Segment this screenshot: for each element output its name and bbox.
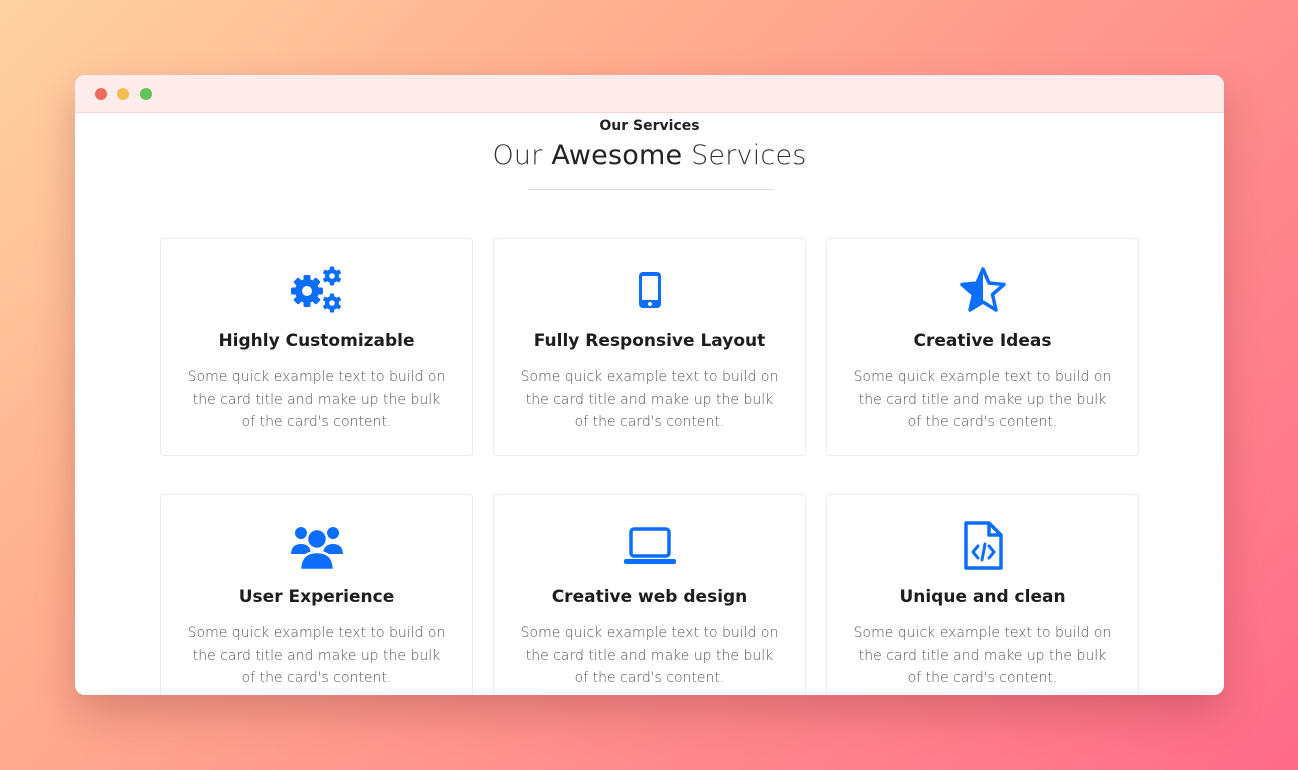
- card-title: Creative web design: [551, 587, 748, 607]
- gears-icon: [161, 263, 472, 317]
- close-window-button[interactable]: [95, 88, 107, 100]
- card-text: Some quick example text to build on the …: [520, 625, 779, 686]
- card-text: Some quick example text to build on the …: [187, 625, 446, 686]
- card-title: Highly Customizable: [218, 331, 415, 351]
- service-card-responsive: Fully Responsive Layout Some quick examp…: [493, 238, 806, 456]
- heading-divider: [528, 189, 774, 190]
- star-half-icon: [827, 263, 1138, 317]
- window-titlebar: [75, 75, 1224, 113]
- section-heading: Our Awesome Services: [75, 140, 1224, 171]
- section-eyebrow: Our Services: [599, 118, 700, 134]
- card-title: Fully Responsive Layout: [533, 331, 766, 351]
- minimize-window-button[interactable]: [117, 88, 129, 100]
- users-icon: [161, 519, 472, 573]
- card-title: Creative Ideas: [913, 331, 1052, 351]
- heading-emphasis: Awesome: [551, 140, 683, 171]
- heading-prefix: Our: [492, 140, 543, 171]
- service-card-user-experience: User Experience Some quick example text …: [160, 494, 473, 695]
- services-section: Our Services Our Awesome Services Highly…: [75, 113, 1224, 695]
- card-text: Some quick example text to build on the …: [853, 625, 1112, 686]
- heading-suffix: Services: [691, 140, 807, 171]
- browser-window: Our Services Our Awesome Services Highly…: [75, 75, 1224, 695]
- laptop-icon: [494, 519, 805, 573]
- card-title: Unique and clean: [899, 587, 1066, 607]
- service-card-unique-clean: Unique and clean Some quick example text…: [826, 494, 1139, 695]
- mobile-icon: [494, 263, 805, 317]
- service-card-customizable: Highly Customizable Some quick example t…: [160, 238, 473, 456]
- card-text: Some quick example text to build on the …: [853, 369, 1112, 430]
- card-text: Some quick example text to build on the …: [187, 369, 446, 430]
- service-card-web-design: Creative web design Some quick example t…: [493, 494, 806, 695]
- card-title: User Experience: [238, 587, 395, 607]
- code-file-icon: [827, 519, 1138, 573]
- card-text: Some quick example text to build on the …: [520, 369, 779, 430]
- maximize-window-button[interactable]: [140, 88, 152, 100]
- service-card-creative-ideas: Creative Ideas Some quick example text t…: [826, 238, 1139, 456]
